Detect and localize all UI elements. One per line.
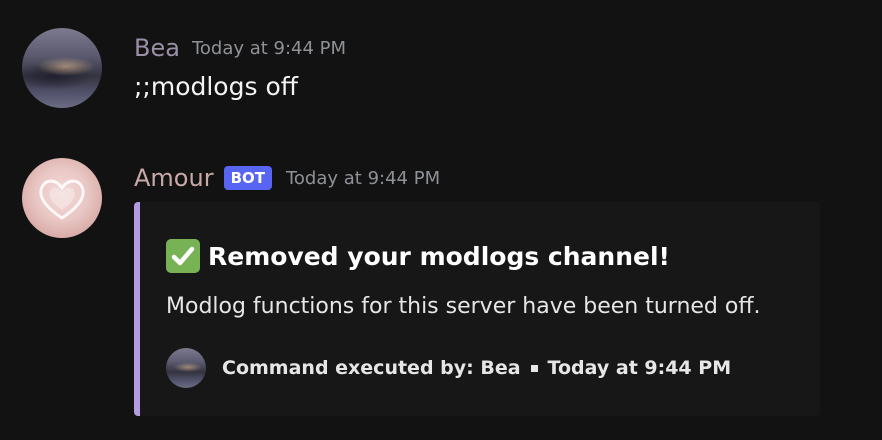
embed-footer: Command executed by: Bea Today at 9:44 PM xyxy=(166,348,731,388)
footer-timestamp: Today at 9:44 PM xyxy=(547,357,732,379)
embed-title: Removed your modlogs channel! xyxy=(166,238,670,274)
embed: Removed your modlogs channel! Modlog fun… xyxy=(134,202,820,416)
avatar[interactable] xyxy=(22,158,102,238)
avatar[interactable] xyxy=(22,28,102,108)
message-header: Amour BOT Today at 9:44 PM xyxy=(134,160,440,196)
embed-description: Modlog functions for this server have be… xyxy=(166,294,761,319)
bot-badge: BOT xyxy=(223,166,272,190)
message-header: Bea Today at 9:44 PM xyxy=(134,30,346,66)
message-content: ;;modlogs off xyxy=(134,72,298,101)
heart-icon xyxy=(39,179,85,220)
timestamp: Today at 9:44 PM xyxy=(191,37,347,59)
username[interactable]: Bea xyxy=(134,34,180,62)
timestamp: Today at 9:44 PM xyxy=(285,167,441,189)
chat-messages: Bea Today at 9:44 PM ;;modlogs off Amour… xyxy=(0,0,882,440)
footer-separator xyxy=(530,365,538,372)
footer-avatar xyxy=(166,348,206,388)
footer-text: Command executed by: Bea Today at 9:44 PM xyxy=(222,357,731,379)
username[interactable]: Amour xyxy=(134,164,214,192)
embed-title-text: Removed your modlogs channel! xyxy=(208,241,670,271)
white-check-mark-icon xyxy=(166,239,200,273)
footer-executed-by: Command executed by: Bea xyxy=(222,357,521,379)
